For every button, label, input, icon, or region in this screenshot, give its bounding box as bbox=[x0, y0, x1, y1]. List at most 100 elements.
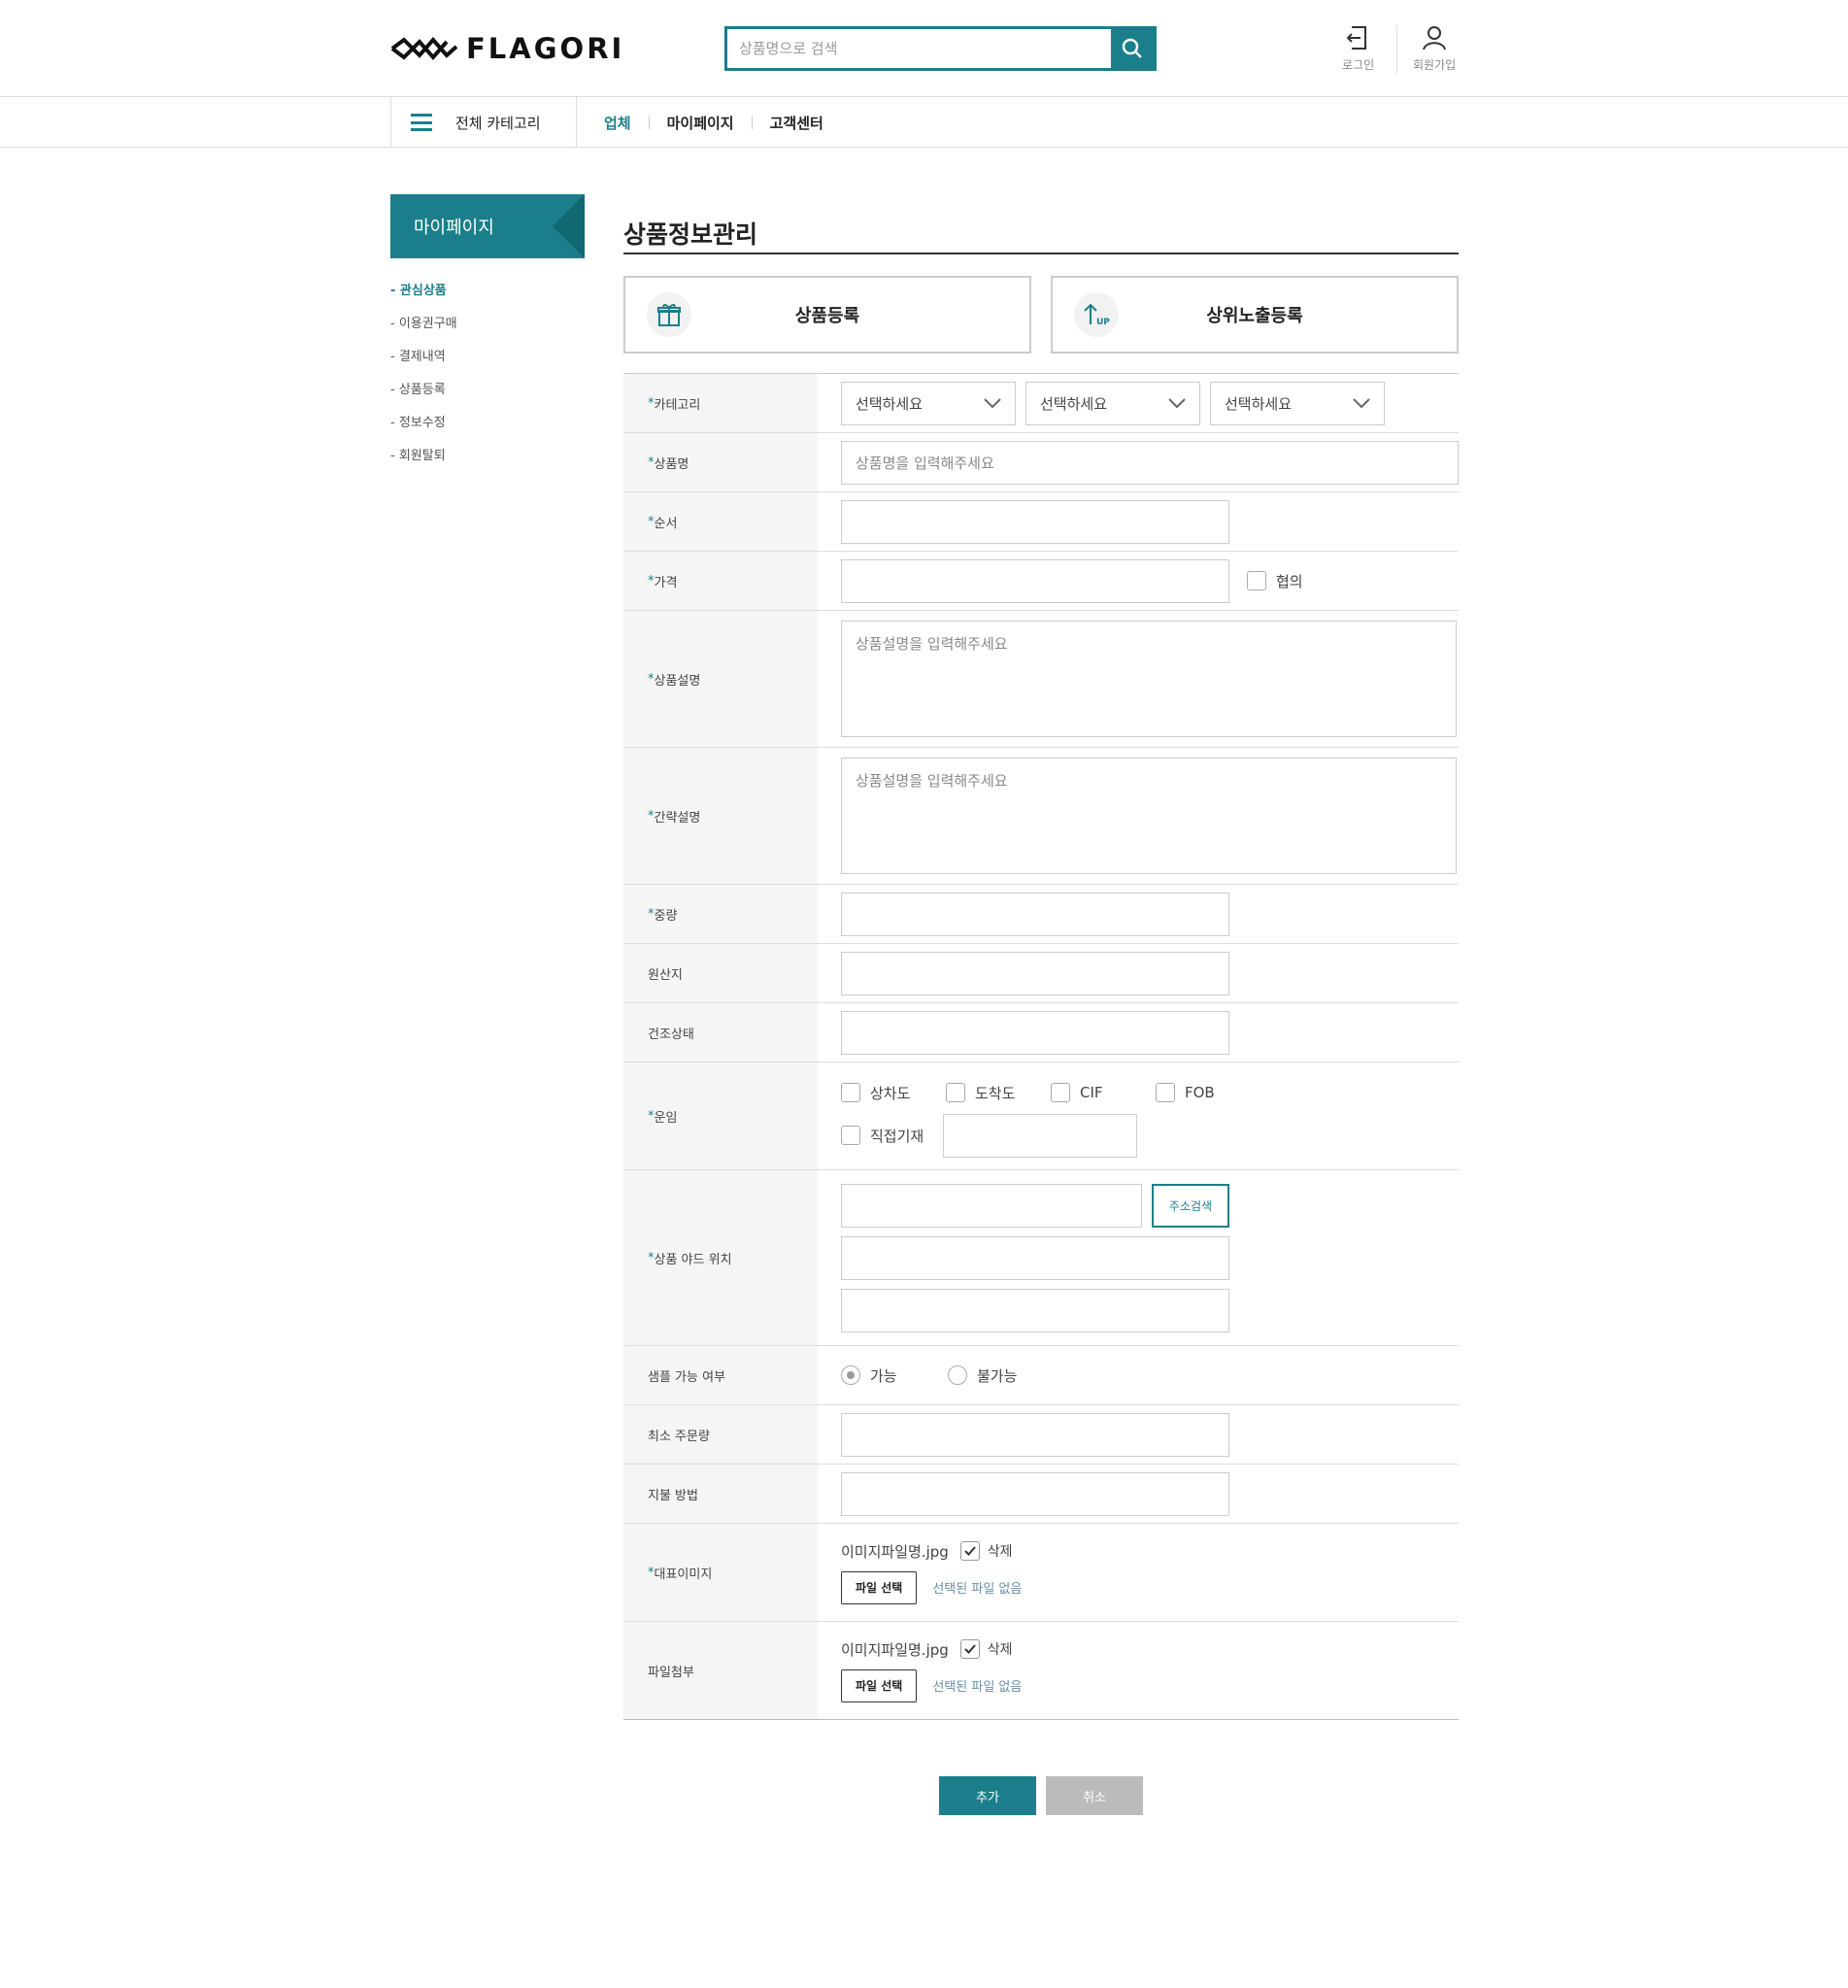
product-name-input[interactable]: 상품명을 입력해주세요 bbox=[841, 440, 1459, 485]
chevron-down-icon bbox=[1168, 398, 1186, 408]
check-icon bbox=[964, 1546, 976, 1556]
sidebar-title-notch bbox=[553, 194, 585, 258]
freight-checkbox[interactable] bbox=[841, 1126, 860, 1145]
label-attachment: 파일첨부 bbox=[623, 1622, 818, 1719]
label-payment: 지불 방법 bbox=[623, 1465, 818, 1523]
row-min-order: 최소 주문량 bbox=[623, 1405, 1459, 1465]
min-order-input[interactable] bbox=[841, 1412, 1229, 1457]
logo-text: FLAGORI bbox=[466, 32, 625, 65]
check-icon bbox=[964, 1644, 976, 1654]
freight-option-direct[interactable]: 직접기재 bbox=[841, 1126, 924, 1146]
freight-option-fob[interactable]: FOB bbox=[1156, 1083, 1215, 1102]
sidebar-title-text: 마이페이지 bbox=[414, 218, 494, 238]
origin-input[interactable] bbox=[841, 951, 1229, 995]
label-sample: 샘플 가능 여부 bbox=[623, 1346, 818, 1404]
sidebar-item-withdraw[interactable]: - 회원탈퇴 bbox=[390, 447, 457, 480]
all-category-button[interactable]: 전체 카테고리 bbox=[390, 97, 577, 148]
label-dry: 건조상태 bbox=[623, 1003, 818, 1061]
price-input[interactable] bbox=[841, 558, 1229, 603]
menu-icon bbox=[411, 114, 432, 131]
payment-input[interactable] bbox=[841, 1471, 1229, 1516]
address-extra-input[interactable] bbox=[841, 1288, 1229, 1332]
title-divider bbox=[623, 253, 1459, 254]
logo[interactable]: FLAGORI bbox=[390, 32, 625, 65]
freight-option-loading[interactable]: 상차도 bbox=[841, 1083, 919, 1103]
short-description-textarea[interactable]: 상품설명을 입력해주세요 bbox=[841, 758, 1457, 874]
gift-icon bbox=[647, 292, 691, 337]
sidebar-item-favorites[interactable]: - 관심상품 bbox=[390, 282, 457, 315]
row-payment: 지불 방법 bbox=[623, 1465, 1459, 1524]
sidebar-item-payments[interactable]: - 결제내역 bbox=[390, 348, 457, 381]
tab-top-exposure-label: 상위노출등록 bbox=[1206, 306, 1303, 326]
sidebar-menu: - 관심상품 - 이용권구매 - 결제내역 - 상품등록 - 정보수정 - 회원… bbox=[390, 282, 457, 480]
category-select-1[interactable]: 선택하세요 bbox=[841, 381, 1016, 425]
svg-text:UP: UP bbox=[1096, 318, 1110, 327]
login-link[interactable]: 로그인 bbox=[1342, 23, 1374, 73]
chevron-down-icon bbox=[1353, 398, 1370, 408]
main-image-delete-label: 삭제 bbox=[987, 1544, 1013, 1560]
row-desc: * 상품설명 상품설명을 입력해주세요 bbox=[623, 611, 1459, 748]
main-image-no-file: 선택된 파일 없음 bbox=[932, 1582, 1023, 1597]
attachment-file-button[interactable]: 파일 선택 bbox=[841, 1668, 918, 1702]
sidebar-item-edit-info[interactable]: - 정보수정 bbox=[390, 414, 457, 447]
signup-link[interactable]: 회원가입 bbox=[1413, 23, 1456, 73]
freight-checkbox[interactable] bbox=[946, 1083, 965, 1102]
nav-separator bbox=[751, 116, 753, 129]
search-button[interactable] bbox=[1111, 29, 1154, 68]
negotiable-option[interactable]: 협의 bbox=[1247, 571, 1303, 591]
freight-option-cif[interactable]: CIF bbox=[1051, 1083, 1128, 1102]
negotiable-checkbox[interactable] bbox=[1247, 571, 1266, 590]
main-image-delete-checkbox[interactable] bbox=[959, 1541, 980, 1561]
sidebar-title: 마이페이지 bbox=[390, 194, 585, 258]
order-input[interactable] bbox=[841, 499, 1229, 544]
nav-link-mypage[interactable]: 마이페이지 bbox=[667, 113, 734, 133]
freight-direct-input[interactable] bbox=[943, 1113, 1138, 1158]
add-button[interactable]: 추가 bbox=[939, 1776, 1036, 1815]
login-icon bbox=[1346, 26, 1366, 50]
sample-option-no[interactable]: 불가능 bbox=[948, 1365, 1017, 1386]
sample-radio[interactable] bbox=[948, 1365, 967, 1385]
nav-separator bbox=[648, 116, 650, 129]
row-dry: 건조상태 bbox=[623, 1003, 1459, 1062]
tab-top-exposure[interactable]: UP 상위노출등록 bbox=[1051, 276, 1459, 354]
sample-radio[interactable] bbox=[841, 1365, 860, 1385]
label-location: * 상품 야드 위치 bbox=[623, 1170, 818, 1345]
weight-input[interactable] bbox=[841, 892, 1229, 936]
label-origin: 원산지 bbox=[623, 944, 818, 1002]
attachment-no-file: 선택된 파일 없음 bbox=[932, 1680, 1023, 1695]
category-select-2[interactable]: 선택하세요 bbox=[1025, 381, 1200, 425]
freight-checkbox[interactable] bbox=[1051, 1083, 1070, 1102]
attachment-delete-checkbox[interactable] bbox=[959, 1639, 980, 1659]
nav-links: 업체 마이페이지 고객센터 bbox=[604, 97, 823, 148]
main-nav: 전체 카테고리 업체 마이페이지 고객센터 bbox=[0, 97, 1848, 148]
chevron-down-icon bbox=[984, 398, 1001, 408]
freight-checkbox[interactable] bbox=[1156, 1083, 1175, 1102]
address-search-button[interactable]: 주소검색 bbox=[1152, 1183, 1229, 1228]
tab-product-register[interactable]: 상품등록 bbox=[623, 276, 1031, 354]
category-select-3[interactable]: 선택하세요 bbox=[1210, 381, 1385, 425]
nav-link-support[interactable]: 고객센터 bbox=[770, 113, 823, 133]
row-main-image: * 대표이미지 이미지파일명.jpg 삭제 파일 선택 선택된 파일 없음 bbox=[623, 1524, 1459, 1622]
user-icon bbox=[1423, 26, 1447, 51]
row-freight: * 운임 상차도 도착도 CIF FOB 직접기재 bbox=[623, 1062, 1459, 1170]
sidebar-item-product-register[interactable]: - 상품등록 bbox=[390, 381, 457, 414]
address-input[interactable] bbox=[841, 1183, 1142, 1228]
search-input[interactable] bbox=[727, 29, 1111, 68]
nav-link-company[interactable]: 업체 bbox=[604, 113, 631, 133]
main-image-file-button[interactable]: 파일 선택 bbox=[841, 1570, 918, 1604]
cancel-button[interactable]: 취소 bbox=[1046, 1776, 1143, 1815]
description-textarea[interactable]: 상품설명을 입력해주세요 bbox=[841, 621, 1457, 737]
row-origin: 원산지 bbox=[623, 944, 1459, 1003]
sidebar-item-ticket[interactable]: - 이용권구매 bbox=[390, 315, 457, 348]
row-category: * 카테고리 선택하세요 선택하세요 선택하세요 bbox=[623, 374, 1459, 433]
row-attachment: 파일첨부 이미지파일명.jpg 삭제 파일 선택 선택된 파일 없음 bbox=[623, 1622, 1459, 1720]
freight-option-arrival[interactable]: 도착도 bbox=[946, 1083, 1024, 1103]
freight-checkbox[interactable] bbox=[841, 1083, 860, 1102]
label-weight: * 중량 bbox=[623, 885, 818, 943]
up-arrow-icon: UP bbox=[1074, 292, 1119, 337]
sample-option-yes[interactable]: 가능 bbox=[841, 1365, 948, 1386]
label-price: * 가격 bbox=[623, 552, 818, 610]
address-detail-input[interactable] bbox=[841, 1235, 1229, 1280]
attachment-filename: 이미지파일명.jpg bbox=[841, 1640, 949, 1659]
dry-state-input[interactable] bbox=[841, 1010, 1229, 1055]
